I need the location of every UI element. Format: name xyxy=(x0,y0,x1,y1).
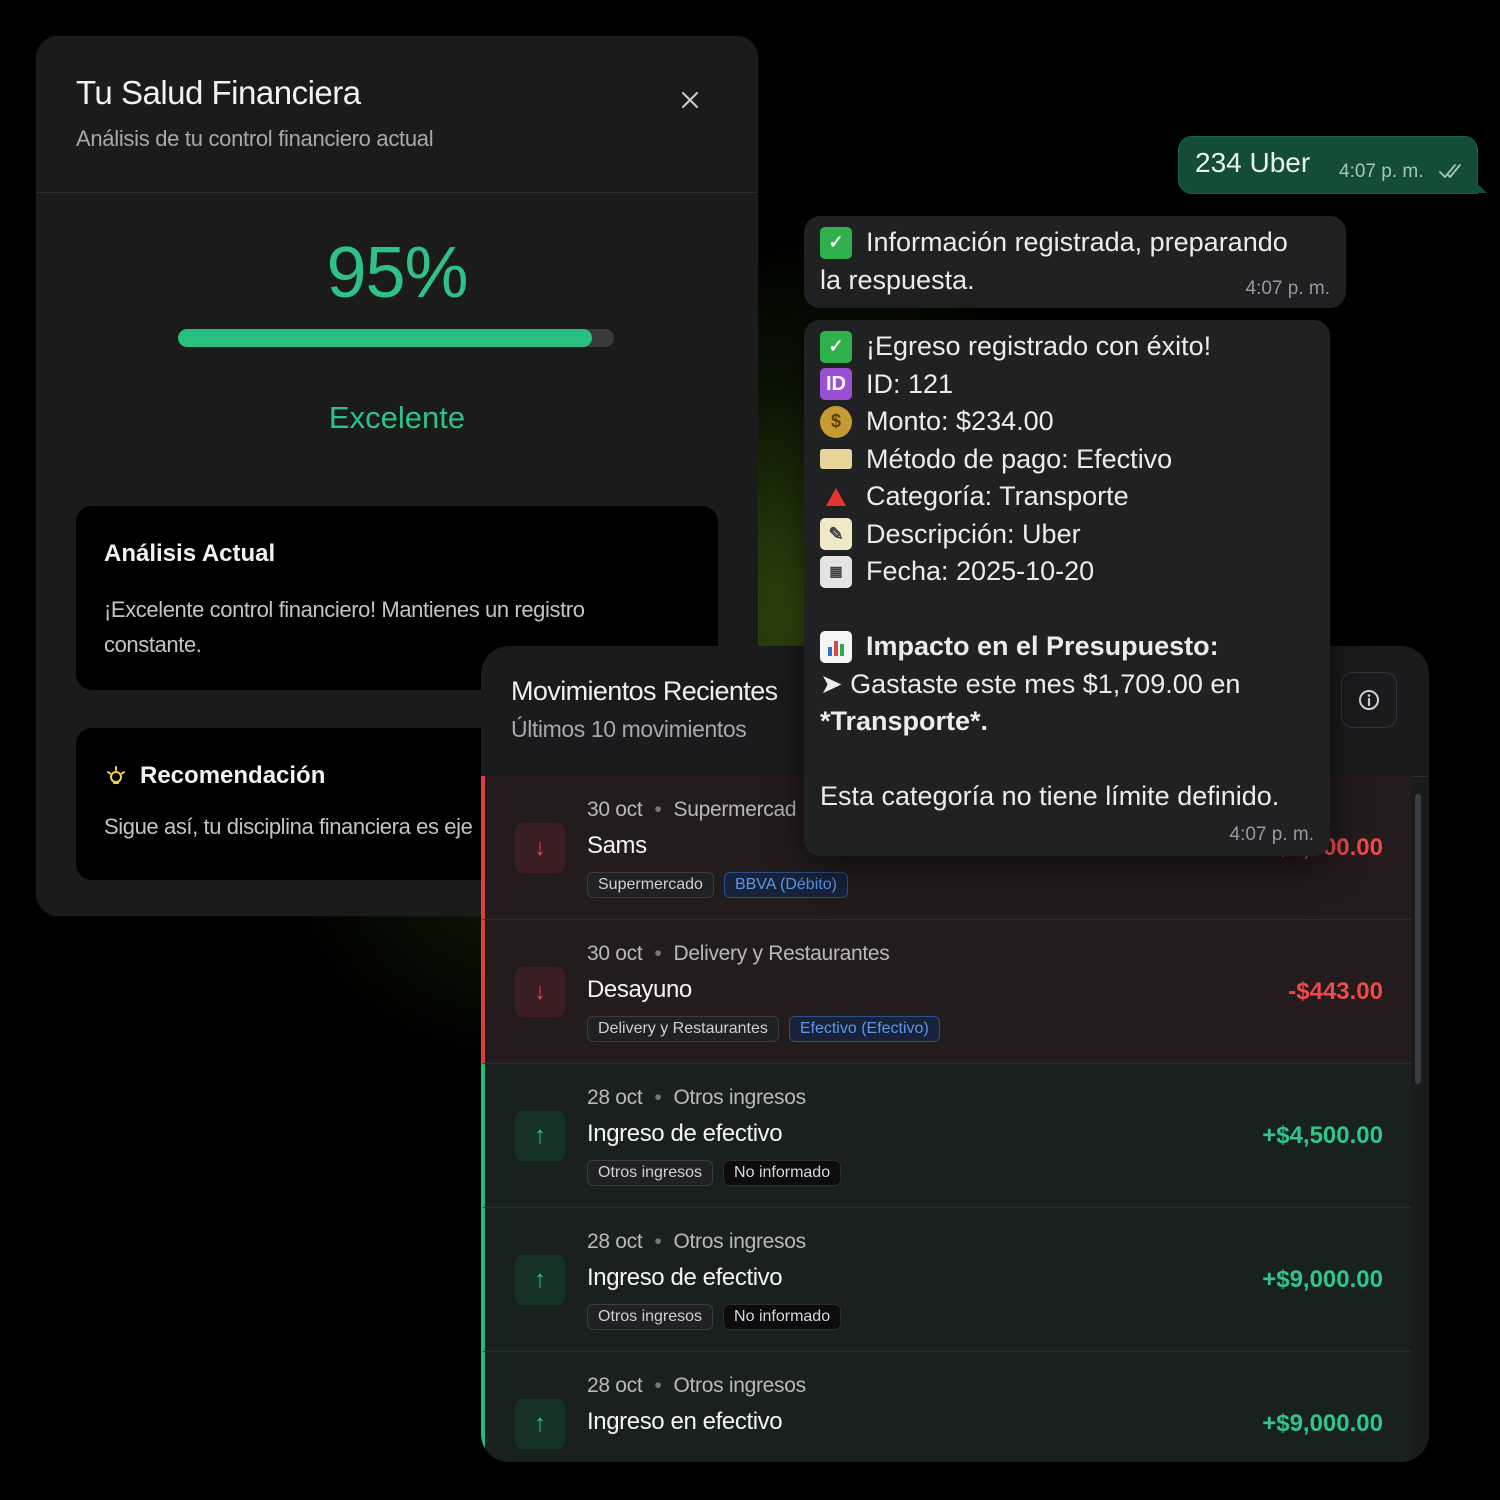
movement-row[interactable]: ↑ 28 oct • Otros ingresos Ingreso de efect… xyxy=(481,1064,1411,1208)
impact-line-1: ➤ Gastaste este mes $1,709.00 en xyxy=(820,668,1241,699)
received-time: 4:07 p. m. xyxy=(1245,278,1331,299)
recommendation-title: Recomendación xyxy=(140,762,326,789)
health-progress-fill xyxy=(178,329,593,347)
movement-name: Desayuno xyxy=(587,976,692,1003)
movement-tags: Otros ingresos No informado xyxy=(587,1160,842,1186)
info-button[interactable] xyxy=(1341,672,1397,728)
recommendation-text: Sigue así, tu disciplina financiera es e… xyxy=(104,814,473,839)
impact-line-2: *Transporte*. xyxy=(820,706,989,736)
received-text: ✓ Información registrada, preparando la r… xyxy=(820,226,1288,295)
movement-tags: Otros ingresos No informado xyxy=(587,1304,842,1330)
movement-name: Ingreso de efectivo xyxy=(587,1120,783,1147)
received-text: ✓ ¡Egreso registrado con éxito! ID ID: 121… xyxy=(820,328,1279,816)
movements-title: Movimientos Recientes xyxy=(511,676,778,706)
arrow-up-icon: ↑ xyxy=(515,1399,565,1449)
movement-meta: 28 oct • Otros ingresos xyxy=(587,1374,806,1397)
movement-meta: 28 oct • Otros ingresos xyxy=(587,1086,806,1109)
chat-received-message: ✓ ¡Egreso registrado con éxito! ID ID: 121… xyxy=(804,320,1330,856)
payment-tag: No informado xyxy=(723,1160,842,1186)
movement-row[interactable]: ↓ 30 oct • Delivery y Restaurantes Desayun… xyxy=(481,920,1411,1064)
movement-name: Ingreso de efectivo xyxy=(587,1264,783,1291)
success-text: ¡Egreso registrado con éxito! xyxy=(866,331,1212,361)
chat-sent-message: 234 Uber 4:07 p. m. xyxy=(1178,136,1487,194)
health-progress-bar xyxy=(178,329,614,347)
payment-tag: No informado xyxy=(723,1304,842,1330)
recommendation-heading: Recomendación xyxy=(104,762,325,790)
check-mark-icon: ✓ xyxy=(820,330,852,363)
category-tag: Otros ingresos xyxy=(587,1160,714,1186)
category-tag: Otros ingresos xyxy=(587,1304,714,1330)
limit-text: Esta categoría no tiene límite definido. xyxy=(820,781,1280,811)
description-text: Descripción: Uber xyxy=(866,518,1081,549)
payment-tag: Efectivo (Efectivo) xyxy=(788,1016,940,1042)
movements-scrollbar[interactable] xyxy=(1415,794,1421,1084)
method-text: Método de pago: Efectivo xyxy=(866,443,1173,474)
id-text: ID: 121 xyxy=(866,368,954,399)
arrow-up-icon: ↑ xyxy=(515,1111,565,1161)
movement-tags: Supermercado BBVA (Débito) xyxy=(587,872,848,898)
arrow-up-icon: ↑ xyxy=(515,1255,565,1305)
bar-chart-icon xyxy=(820,630,852,663)
movement-name: Ingreso en efectivo xyxy=(587,1408,783,1435)
payment-tag: BBVA (Débito) xyxy=(723,872,848,898)
movement-meta: 30 oct • Delivery y Restaurantes xyxy=(587,942,890,965)
category-tag: Delivery y Restaurantes xyxy=(587,1016,779,1042)
health-rating: Excelente xyxy=(328,400,466,435)
sent-text: 234 Uber xyxy=(1195,147,1311,178)
category-tag: Supermercado xyxy=(587,872,714,898)
health-subtitle: Análisis de tu control financiero actual xyxy=(76,126,434,151)
red-triangle-icon xyxy=(820,481,852,513)
received-time: 4:07 p. m. xyxy=(1229,824,1315,845)
money-bag-icon: $ xyxy=(820,405,852,438)
movement-row[interactable]: ↑ 28 oct • Otros ingresos Ingreso de efect… xyxy=(481,1208,1411,1352)
movement-amount: -$443.00 xyxy=(1288,978,1383,1005)
sent-time: 4:07 p. m. xyxy=(1339,161,1424,182)
movement-meta: 30 oct • Supermercad xyxy=(587,798,797,821)
movement-amount: +$9,000.00 xyxy=(1262,1410,1383,1437)
lightbulb-icon xyxy=(107,766,125,784)
movements-subtitle: Últimos 10 movimientos xyxy=(511,716,747,742)
double-check-icon xyxy=(1439,164,1461,178)
movements-list: ↓ 30 oct • Supermercad Sams Supermercado B… xyxy=(481,776,1411,1462)
health-title: Tu Salud Financiera xyxy=(76,74,361,111)
movement-amount: +$4,500.00 xyxy=(1262,1122,1383,1149)
movement-name: Sams xyxy=(587,832,647,859)
movement-amount: +$9,000.00 xyxy=(1262,1266,1383,1293)
health-card-header: Tu Salud Financiera Análisis de tu contr… xyxy=(36,36,758,193)
calendar-icon: ▦ xyxy=(820,555,852,588)
close-icon[interactable] xyxy=(676,86,704,114)
chat-received-message: ✓ Información registrada, preparando la r… xyxy=(804,216,1346,308)
category-text: Categoría: Transporte xyxy=(866,481,1129,511)
info-icon xyxy=(1359,690,1379,710)
movement-row[interactable]: ↑ 28 oct • Otros ingresos Ingreso en efect… xyxy=(481,1352,1411,1462)
id-icon: ID xyxy=(820,368,852,401)
health-score: 95% xyxy=(326,233,468,313)
analysis-title: Análisis Actual xyxy=(104,540,276,567)
check-mark-icon: ✓ xyxy=(820,226,852,259)
credit-card-icon xyxy=(820,449,852,470)
memo-icon: ✎ xyxy=(820,518,852,551)
amount-text: Monto: $234.00 xyxy=(866,406,1054,436)
impact-title: Impacto en el Presupuesto: xyxy=(866,631,1219,661)
date-text: Fecha: 2025-10-20 xyxy=(866,556,1095,586)
movement-meta: 28 oct • Otros ingresos xyxy=(587,1230,806,1253)
movement-tags: Delivery y Restaurantes Efectivo (Efecti… xyxy=(587,1016,940,1042)
arrow-down-icon: ↓ xyxy=(515,967,565,1017)
arrow-down-icon: ↓ xyxy=(515,823,565,873)
